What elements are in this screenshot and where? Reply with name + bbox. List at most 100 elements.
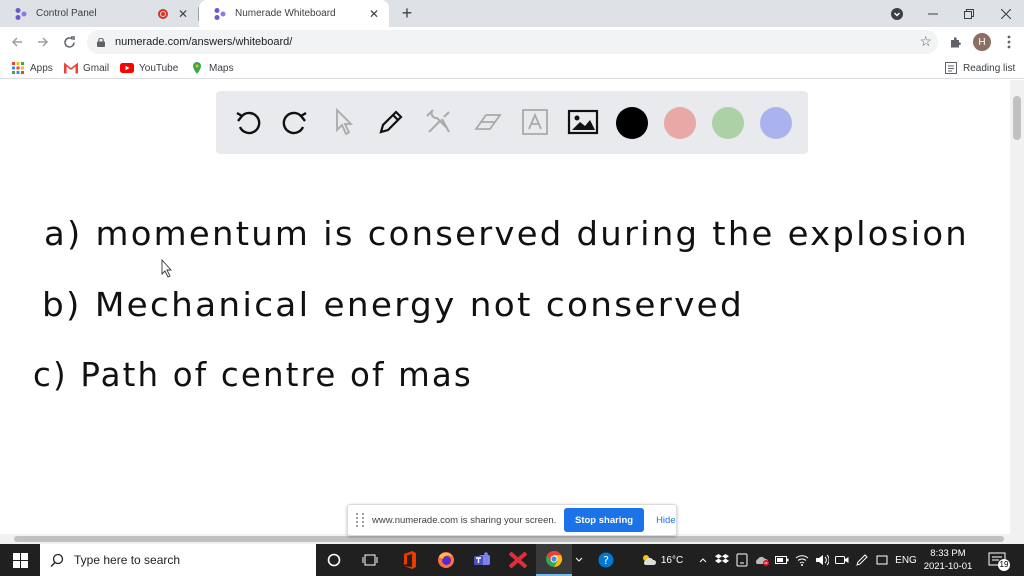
vertical-scrollbar[interactable]: [1010, 80, 1024, 544]
minimize-button[interactable]: [915, 0, 951, 27]
recording-icon: [158, 8, 168, 19]
bookmark-star-icon[interactable]: ☆: [919, 33, 932, 50]
stop-sharing-button[interactable]: Stop sharing: [564, 508, 645, 532]
whiteboard-page: a) momentum is conserved during the expl…: [0, 80, 1024, 544]
pen-tray[interactable]: [853, 544, 871, 576]
bookmark-label: Apps: [30, 62, 53, 74]
volume-tray[interactable]: [813, 544, 831, 576]
arrow-right-icon: [38, 37, 49, 47]
back-button[interactable]: [7, 32, 27, 52]
bookmark-label: Maps: [209, 62, 234, 74]
taskbar-clock[interactable]: 8:33 PM 2021-10-01: [920, 547, 976, 573]
numerade-favicon-icon: [214, 7, 226, 20]
pen-workspace-icon: [856, 554, 868, 566]
clock-date: 2021-10-01: [923, 561, 973, 572]
tab-control-panel[interactable]: Control Panel ✕: [0, 0, 198, 27]
weather-widget[interactable]: 16°C: [632, 544, 692, 576]
scrollbar-thumb[interactable]: [14, 536, 1004, 542]
close-tab-icon[interactable]: ✕: [174, 5, 192, 23]
bookmark-gmail[interactable]: Gmail: [64, 60, 109, 76]
firefox-app[interactable]: [428, 544, 464, 576]
bookmark-label: YouTube: [139, 62, 179, 74]
address-bar[interactable]: numerade.com/answers/whiteboard/ ☆: [87, 30, 938, 54]
tab-numerade-whiteboard[interactable]: Numerade Whiteboard ✕: [199, 0, 389, 27]
task-view-icon: [362, 554, 378, 566]
tray-app[interactable]: [733, 544, 751, 576]
overflow-chevron[interactable]: [572, 544, 586, 576]
dropbox-icon: [715, 554, 729, 564]
youtube-icon: [120, 63, 134, 73]
reload-button[interactable]: [59, 32, 79, 52]
wifi-tray[interactable]: [793, 544, 811, 576]
wifi-icon: [795, 555, 809, 566]
cortana-button[interactable]: [316, 544, 352, 576]
meet-now-icon: [876, 555, 888, 565]
volume-icon: [816, 554, 829, 566]
url-text: numerade.com/answers/whiteboard/: [115, 36, 293, 48]
menu-button[interactable]: [999, 32, 1019, 52]
xmind-app[interactable]: [500, 544, 536, 576]
tray-extra[interactable]: [873, 544, 891, 576]
chevron-up-icon: [699, 558, 707, 563]
chevron-down-circle-icon: [891, 7, 903, 20]
drag-handle[interactable]: [356, 513, 364, 527]
bookmark-maps[interactable]: Maps: [190, 60, 233, 76]
svg-text:?: ?: [603, 554, 609, 567]
input-language[interactable]: ENG: [893, 544, 919, 576]
office-icon: [404, 551, 416, 569]
lock-icon: [97, 37, 105, 47]
notification-count-badge: 19: [998, 559, 1010, 571]
tab-search-button[interactable]: [879, 0, 915, 27]
teams-icon: [474, 552, 490, 565]
reading-list-button[interactable]: Reading list: [944, 60, 1015, 76]
minimize-icon: [928, 13, 938, 14]
help-icon: ?: [598, 552, 614, 568]
reload-icon: [63, 35, 75, 48]
profile-avatar[interactable]: H: [973, 33, 991, 51]
forward-button[interactable]: [33, 32, 53, 52]
camera-tray[interactable]: [833, 544, 851, 576]
browser-toolbar: numerade.com/answers/whiteboard/ ☆ H: [0, 27, 1024, 57]
bookmark-apps[interactable]: Apps: [11, 60, 53, 76]
office-app[interactable]: [392, 544, 428, 576]
extensions-button[interactable]: [945, 32, 965, 52]
close-icon: [1001, 8, 1011, 19]
chevron-down-icon: [575, 557, 583, 562]
teams-app[interactable]: [464, 544, 500, 576]
gmail-icon: [64, 62, 78, 74]
screen-share-banner: www.numerade.com is sharing your screen.…: [347, 504, 677, 536]
weather-temp: 16°C: [660, 554, 684, 566]
close-tab-icon[interactable]: ✕: [365, 5, 383, 23]
dropbox-tray[interactable]: [713, 544, 731, 576]
whiteboard-canvas[interactable]: a) momentum is conserved during the expl…: [0, 80, 1010, 534]
bookmark-youtube[interactable]: YouTube: [120, 60, 178, 76]
firefox-icon: [438, 552, 454, 568]
task-view-button[interactable]: [352, 544, 388, 576]
maps-icon: [193, 62, 201, 74]
battery-tray[interactable]: [773, 544, 791, 576]
restore-button[interactable]: [951, 0, 987, 27]
new-tab-button[interactable]: +: [397, 4, 417, 24]
tab-strip: Control Panel ✕ Numerade Whiteboard ✕ +: [0, 0, 1024, 27]
help-app[interactable]: ?: [588, 544, 624, 576]
show-hidden-icons[interactable]: [696, 544, 710, 576]
taskbar-search-box[interactable]: Type here to search: [40, 544, 316, 576]
tab-title: Numerade Whiteboard: [235, 8, 336, 19]
chrome-app[interactable]: [536, 544, 572, 576]
puzzle-icon: [950, 36, 961, 47]
cloud-weather-icon: [642, 555, 656, 565]
hide-button[interactable]: Hide: [656, 515, 676, 526]
start-button[interactable]: [0, 544, 40, 576]
mouse-cursor-icon: [161, 258, 173, 278]
windows-logo-icon: [12, 552, 28, 568]
close-window-button[interactable]: [988, 0, 1024, 27]
handwriting-line-b: b) Mechanical energy not conserved: [42, 285, 744, 324]
xmind-icon: [509, 552, 527, 568]
onedrive-tray[interactable]: [753, 544, 771, 576]
cloud-blocked-icon: [756, 556, 769, 566]
reading-list-label: Reading list: [963, 62, 1016, 74]
clock-time: 8:33 PM: [930, 548, 966, 559]
scrollbar-thumb[interactable]: [1013, 96, 1021, 140]
restore-icon: [964, 8, 974, 19]
handwriting-line-a: a) momentum is conserved during the expl…: [44, 214, 969, 253]
